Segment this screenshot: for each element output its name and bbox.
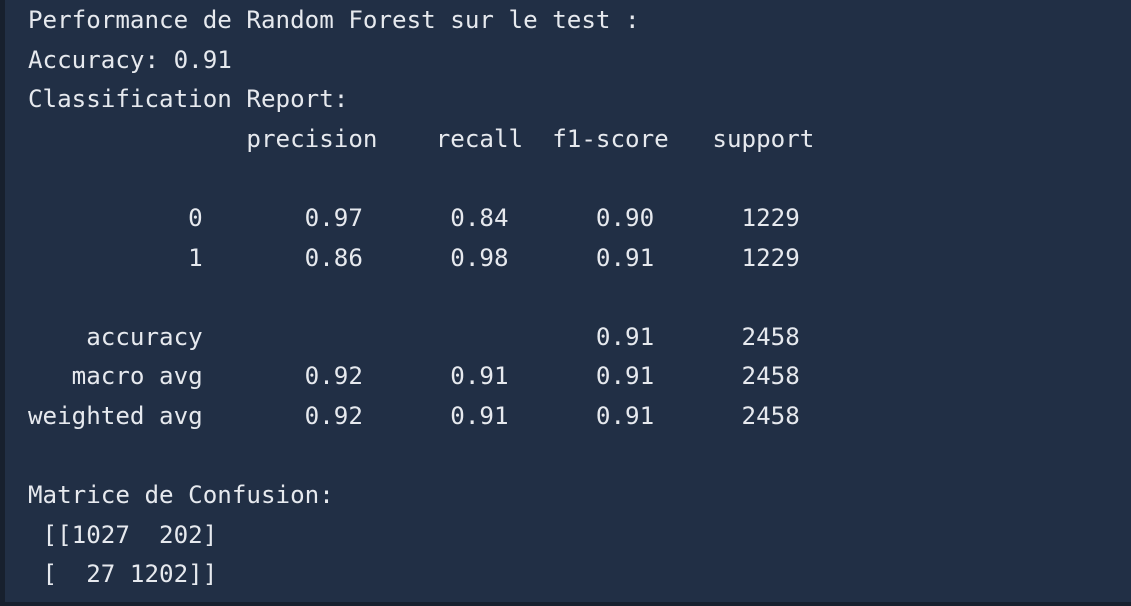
report-row-accuracy: accuracy 0.91 2458 [28,322,800,351]
report-row-class-1: 1 0.86 0.98 0.91 1229 [28,243,800,272]
report-header-row: precision recall f1-score support [28,124,815,153]
report-row-class-0: 0 0.97 0.84 0.90 1229 [28,203,800,232]
console-output-panel: Performance de Random Forest sur le test… [0,0,1131,606]
report-heading: Classification Report: [28,85,349,114]
performance-heading: Performance de Random Forest sur le test… [28,6,640,34]
accuracy-line: Accuracy: 0.91 [28,45,232,74]
console-output: Performance de Random Forest sur le test… [28,1,814,595]
report-row-weighted-avg: weighted avg 0.92 0.91 0.91 2458 [28,401,800,430]
confusion-heading: Matrice de Confusion: [28,481,334,510]
confusion-row-0: [[1027 202] [28,520,218,549]
report-row-macro-avg: macro avg 0.92 0.91 0.91 2458 [28,362,800,391]
confusion-row-1: [ 27 1202]] [28,560,218,589]
